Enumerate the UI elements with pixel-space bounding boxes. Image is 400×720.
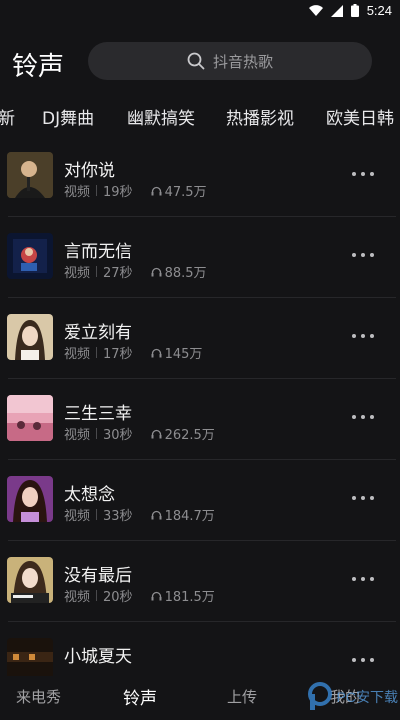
meta-divider [96,428,98,439]
wifi-icon [308,4,323,16]
page-title: 铃声 [12,52,65,82]
signal-icon [330,4,343,17]
song-type: 视频 [64,347,91,362]
song-meta: 视频 33秒 184.7万 [64,505,215,524]
more-options-icon[interactable] [352,658,374,664]
song-meta: 视频 30秒 262.5万 [64,424,215,443]
list-item[interactable]: 爱立刻有 视频 17秒 145万 [0,298,400,379]
more-options-icon[interactable] [352,577,374,583]
more-options-icon[interactable] [352,253,374,259]
song-type: 视频 [64,266,91,281]
meta-divider [96,266,98,277]
category-tab[interactable]: 新 [0,104,15,129]
more-options-icon[interactable] [352,415,374,421]
tab-upload[interactable]: 上传 [227,686,257,707]
headphones-icon [151,186,162,195]
song-meta: 视频 20秒 181.5万 [64,586,215,605]
meta-divider [96,509,98,520]
song-meta: 视频 17秒 145万 [64,343,202,362]
thumbnail-image [7,476,53,522]
song-meta: 视频 19秒 47.5万 [64,181,207,200]
watermark: PC安下载 [307,682,398,712]
song-duration: 20秒 [103,590,133,605]
watermark-text: PC安下载 [336,689,398,705]
song-duration: 27秒 [103,266,133,281]
song-title: 爱立刻有 [64,323,132,343]
search-input[interactable]: 抖音热歌 [88,42,372,80]
song-title: 对你说 [64,161,115,181]
song-type: 视频 [64,428,91,443]
list-item[interactable]: 三生三幸 视频 30秒 262.5万 [0,379,400,460]
headphones-icon [151,348,162,357]
list-item[interactable]: 对你说 视频 19秒 47.5万 [0,136,400,217]
bottom-nav: 来电秀 铃声 上传 我的 PC安下载 [0,676,400,720]
watermark-logo-icon [307,682,332,710]
thumbnail-image [7,233,53,279]
song-duration: 33秒 [103,509,133,524]
thumbnail-image [7,395,53,441]
battery-icon [350,4,359,17]
more-options-icon[interactable] [352,334,374,340]
list-item[interactable]: 没有最后 视频 20秒 181.5万 [0,541,400,622]
more-options-icon[interactable] [352,496,374,502]
category-tab[interactable]: 欧美日韩 [326,104,394,129]
play-count: 145万 [164,347,203,362]
category-tab[interactable]: 热播影视 [226,104,294,129]
song-duration: 17秒 [103,347,133,362]
tab-ringtones[interactable]: 铃声 [123,684,157,709]
song-title: 三生三幸 [64,404,132,424]
song-type: 视频 [64,509,91,524]
play-count: 47.5万 [164,185,207,200]
song-type: 视频 [64,590,91,605]
list-item[interactable]: 太想念 视频 33秒 184.7万 [0,460,400,541]
category-tab[interactable]: DJ舞曲 [42,104,94,129]
headphones-icon [151,591,162,600]
song-title: 言而无信 [64,242,132,262]
thumbnail-image [7,557,53,603]
category-tabs: 新 DJ舞曲 幽默搞笑 热播影视 欧美日韩 [0,98,400,134]
song-meta: 视频 27秒 88.5万 [64,262,207,281]
meta-divider [96,347,98,358]
song-type: 视频 [64,185,91,200]
meta-divider [96,185,98,196]
category-tab[interactable]: 幽默搞笑 [127,104,195,129]
song-duration: 30秒 [103,428,133,443]
search-placeholder: 抖音热歌 [212,52,273,71]
play-count: 262.5万 [164,428,215,443]
meta-divider [96,590,98,601]
play-count: 181.5万 [164,590,215,605]
search-icon [187,52,205,70]
headphones-icon [151,429,162,438]
song-title: 小城夏天 [64,647,132,667]
thumbnail-image [7,152,53,198]
list-item[interactable]: 言而无信 视频 27秒 88.5万 [0,217,400,298]
song-duration: 19秒 [103,185,133,200]
play-count: 184.7万 [164,509,215,524]
headphones-icon [151,510,162,519]
more-options-icon[interactable] [352,172,374,178]
tab-call-show[interactable]: 来电秀 [16,686,61,707]
thumbnail-image [7,314,53,360]
play-count: 88.5万 [164,266,207,281]
song-title: 没有最后 [64,566,132,586]
headphones-icon [151,267,162,276]
status-time: 5:24 [366,3,392,18]
song-title: 太想念 [64,485,115,505]
header: 铃声 抖音热歌 [0,40,400,84]
status-bar: 5:24 [0,0,400,22]
